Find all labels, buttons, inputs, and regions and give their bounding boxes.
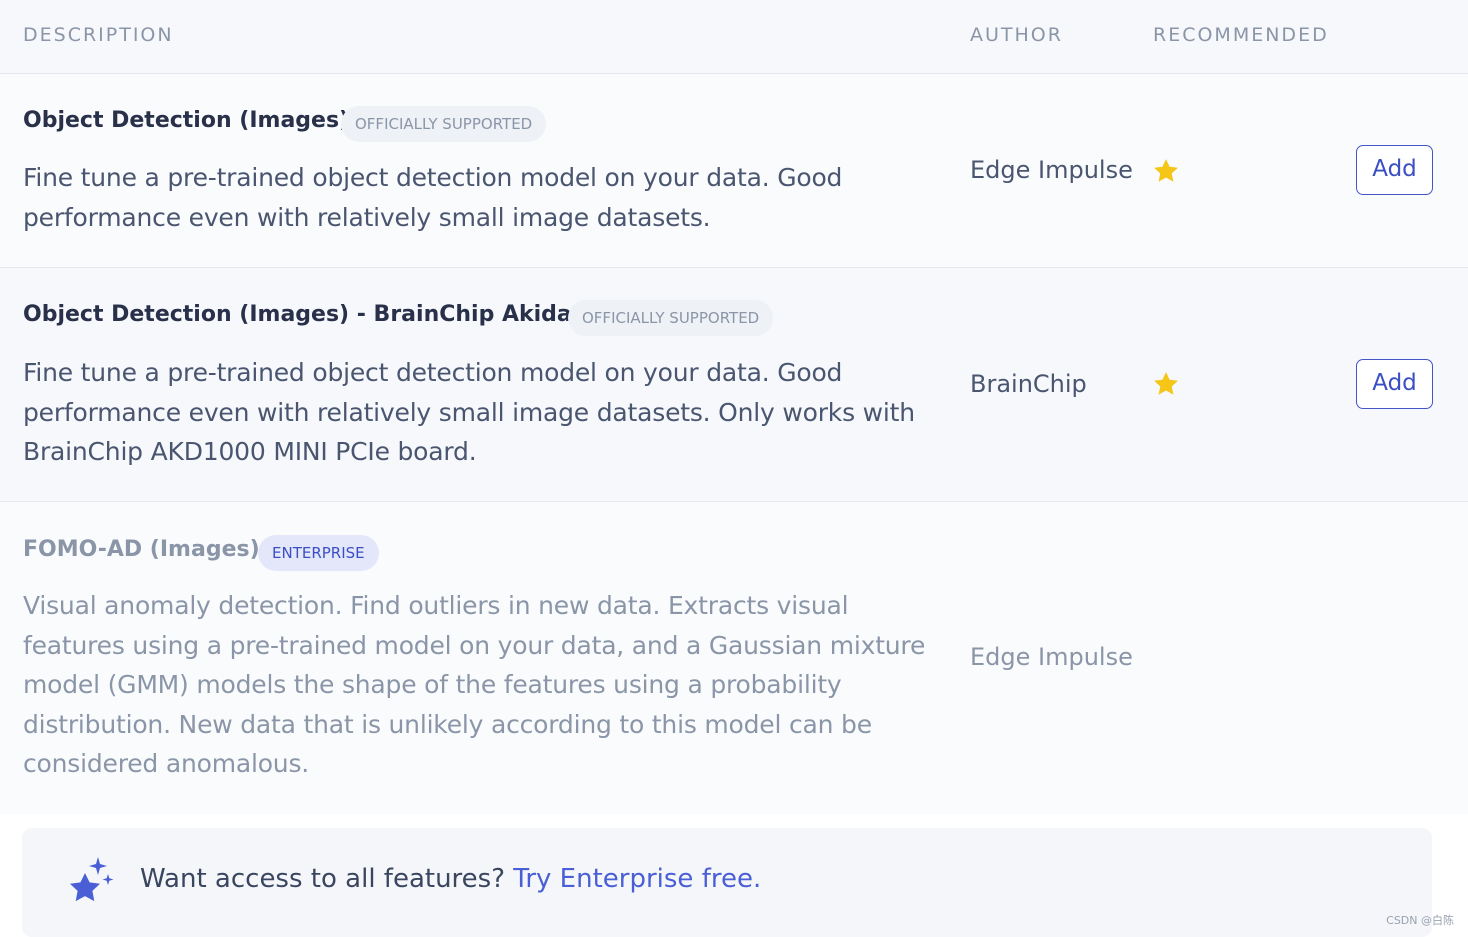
block-description: Fine tune a pre-trained object detection… [23,358,915,466]
block-description: Fine tune a pre-trained object detection… [23,163,843,232]
officially-supported-badge: OFFICIALLY SUPPORTED [341,106,547,142]
block-author: Edge Impulse [970,643,1133,671]
table-row: Object Detection (Images) OFFICIALLY SUP… [0,74,1468,268]
table-row: Object Detection (Images) - BrainChip Ak… [0,268,1468,502]
star-icon [1154,159,1178,182]
block-title: Object Detection (Images) - BrainChip Ak… [23,302,594,327]
star-icon [1154,372,1178,395]
add-button[interactable]: Add [1356,145,1433,195]
enterprise-banner: Want access to all features? Try Enterpr… [22,828,1432,937]
table-header: DESCRIPTION AUTHOR RECOMMENDED [0,0,1468,74]
blocks-table: DESCRIPTION AUTHOR RECOMMENDED Object De… [0,0,1468,814]
header-recommended: RECOMMENDED [1153,24,1329,46]
block-title: Object Detection (Images) [23,108,350,133]
enterprise-badge: ENTERPRISE [258,535,379,571]
header-author: AUTHOR [970,24,1063,46]
block-author: Edge Impulse [970,156,1133,184]
banner-message: Want access to all features? Try Enterpr… [140,864,761,894]
block-description: Visual anomaly detection. Find outliers … [23,591,926,778]
sparkle-star-icon [70,857,114,902]
banner-text: Want access to all features? [140,864,514,894]
header-description: DESCRIPTION [23,24,174,46]
table-row: FOMO-AD (Images) ENTERPRISE Visual anoma… [0,502,1468,814]
block-author: BrainChip [970,370,1087,398]
watermark: CSDN @白陈 [1386,914,1454,927]
add-button[interactable]: Add [1356,359,1433,409]
block-title: FOMO-AD (Images) [23,537,260,562]
try-enterprise-link[interactable]: Try Enterprise free. [513,864,761,894]
officially-supported-badge: OFFICIALLY SUPPORTED [568,300,774,336]
